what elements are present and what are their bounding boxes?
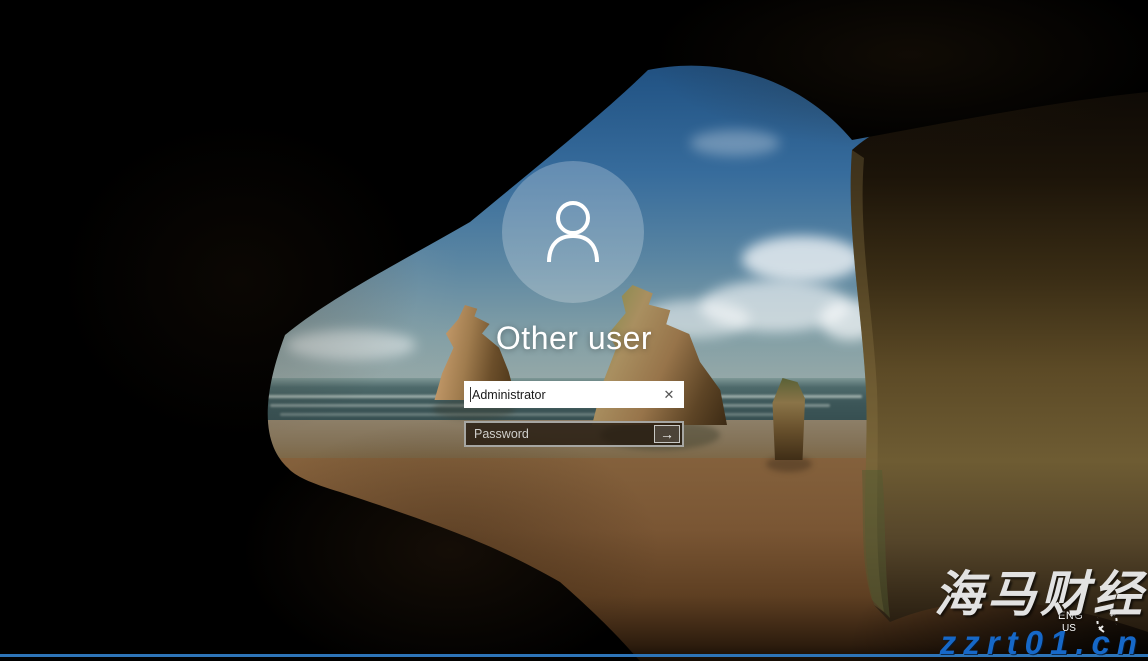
username-field-container: ✕ (464, 381, 684, 408)
user-silhouette-icon (525, 184, 621, 280)
user-avatar (502, 161, 644, 303)
password-field-container: → (464, 421, 684, 447)
other-user-label: Other user (424, 320, 724, 357)
watermark-site-url: zzrt01.cn (940, 626, 1144, 659)
text-caret (470, 387, 471, 402)
submit-arrow-button[interactable]: → (654, 425, 680, 443)
watermark-brand: 海马财经 (934, 570, 1146, 621)
password-input[interactable] (466, 423, 682, 445)
windows-login-screen: Other user ✕ → ENG US 海马财经 zzrt01.cn (0, 0, 1148, 661)
clear-username-icon[interactable]: ✕ (658, 381, 680, 408)
username-input[interactable] (464, 381, 684, 408)
